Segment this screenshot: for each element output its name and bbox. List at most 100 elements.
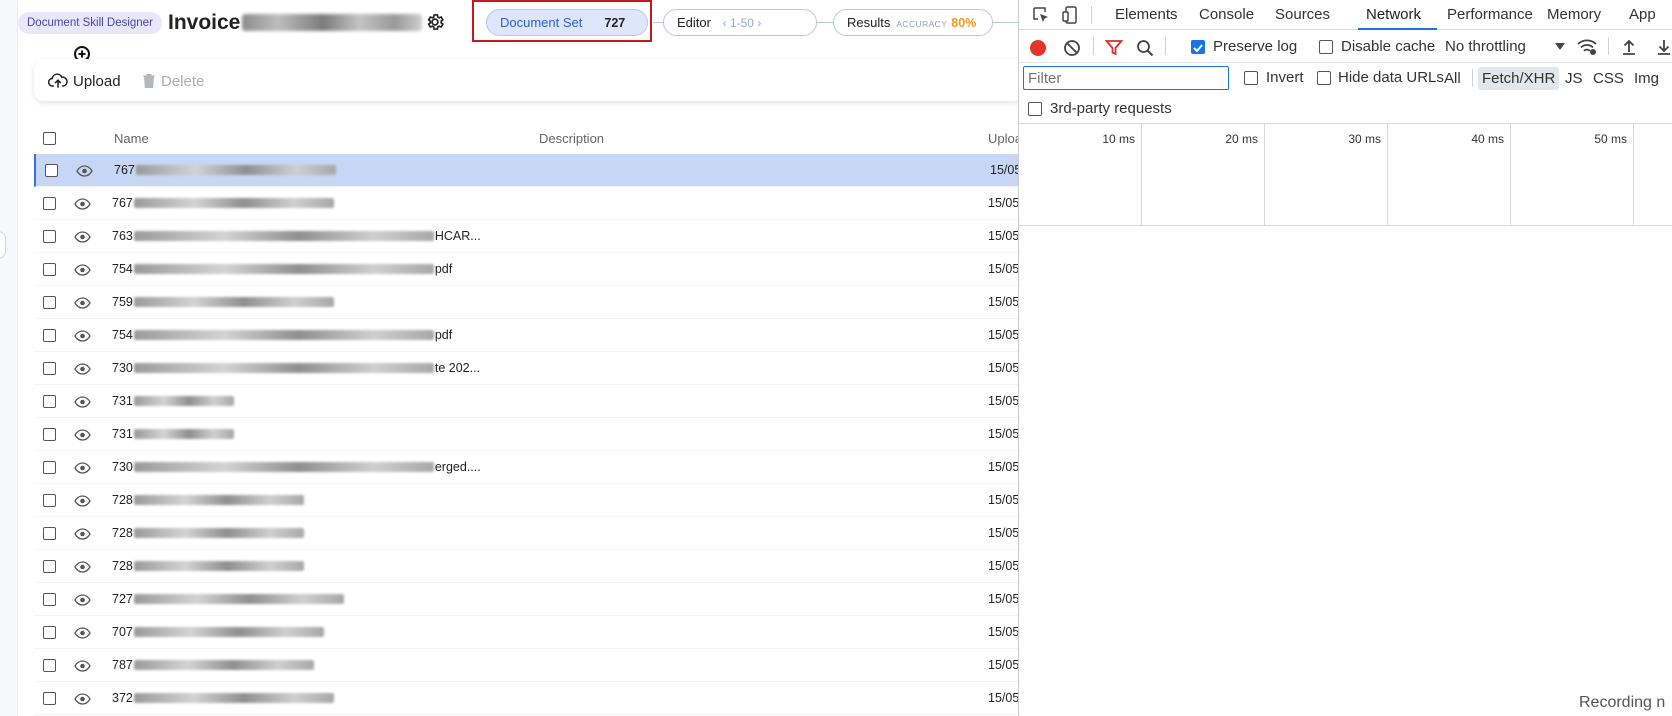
eye-icon[interactable] <box>76 165 93 177</box>
gear-icon[interactable] <box>425 12 445 32</box>
eye-icon[interactable] <box>74 660 91 672</box>
clear-icon[interactable] <box>1063 39 1081 57</box>
eye-icon[interactable] <box>74 198 91 210</box>
table-row[interactable]: 754 pdf 15/05 <box>34 253 1018 286</box>
file-name[interactable]: 754 pdf <box>112 262 452 276</box>
row-checkbox[interactable] <box>43 395 56 408</box>
table-row[interactable]: 767 15/05 <box>34 154 1018 187</box>
tab-app[interactable]: App <box>1629 6 1656 23</box>
table-row[interactable]: 730 te 202... 15/05 <box>34 352 1018 385</box>
row-checkbox[interactable] <box>43 692 56 705</box>
preserve-log-checkbox[interactable] <box>1191 40 1205 54</box>
tab-memory[interactable]: Memory <box>1547 6 1601 23</box>
table-row[interactable]: 731 15/05 <box>34 418 1018 451</box>
column-upload[interactable]: Uploa <box>988 131 1018 146</box>
row-checkbox[interactable] <box>43 428 56 441</box>
column-name[interactable]: Name <box>114 131 149 146</box>
file-name[interactable]: 754 pdf <box>112 328 452 342</box>
device-toolbar-icon[interactable] <box>1061 5 1081 25</box>
chevron-right-icon[interactable]: › <box>757 16 761 30</box>
tab-results[interactable]: Results ACCURACY 80% <box>833 9 993 36</box>
row-checkbox[interactable] <box>43 659 56 672</box>
table-row[interactable]: 759 15/05 <box>34 286 1018 319</box>
tab-performance[interactable]: Performance <box>1447 6 1533 23</box>
table-row[interactable]: 728 15/05 <box>34 517 1018 550</box>
table-row[interactable]: 707 15/05 <box>34 616 1018 649</box>
table-row[interactable]: 754 pdf 15/05 <box>34 319 1018 352</box>
file-name[interactable]: 372 <box>112 691 335 705</box>
row-checkbox[interactable] <box>43 593 56 606</box>
row-checkbox[interactable] <box>43 197 56 210</box>
import-har-icon[interactable] <box>1620 38 1638 56</box>
filter-input[interactable] <box>1023 66 1229 90</box>
file-name[interactable]: 759 <box>112 295 335 309</box>
tab-network[interactable]: Network <box>1366 6 1421 23</box>
search-icon[interactable] <box>1136 39 1154 57</box>
column-description[interactable]: Description <box>539 131 604 146</box>
throttling-select[interactable]: No throttling <box>1445 38 1526 55</box>
eye-icon[interactable] <box>74 594 91 606</box>
row-checkbox[interactable] <box>43 263 56 276</box>
delete-button[interactable]: Delete <box>142 70 204 92</box>
file-name[interactable]: 731 <box>112 427 235 441</box>
row-checkbox[interactable] <box>43 296 56 309</box>
chevron-left-icon[interactable]: ‹ <box>723 16 727 30</box>
row-checkbox[interactable] <box>45 164 58 177</box>
invert-checkbox[interactable] <box>1244 71 1258 85</box>
file-name[interactable]: 763 HCAR... <box>112 229 481 243</box>
table-row[interactable]: 372 15/05 <box>34 682 1018 715</box>
table-row[interactable]: 727 15/05 <box>34 583 1018 616</box>
file-name[interactable]: 727 <box>112 592 345 606</box>
eye-icon[interactable] <box>74 264 91 276</box>
type-filter-css[interactable]: CSS <box>1589 67 1628 90</box>
eye-icon[interactable] <box>74 363 91 375</box>
file-name[interactable]: 731 <box>112 394 235 408</box>
dropdown-arrow-icon[interactable] <box>1554 42 1566 52</box>
eye-icon[interactable] <box>74 693 91 705</box>
row-checkbox[interactable] <box>43 230 56 243</box>
type-filter-img[interactable]: Img <box>1630 67 1663 90</box>
row-checkbox[interactable] <box>43 527 56 540</box>
table-row[interactable]: 763 HCAR... 15/05 <box>34 220 1018 253</box>
row-checkbox[interactable] <box>43 461 56 474</box>
file-name[interactable]: 767 <box>112 196 335 210</box>
tab-elements[interactable]: Elements <box>1115 6 1178 23</box>
file-name[interactable]: 707 <box>112 625 325 639</box>
table-row[interactable]: 730 erged.... 15/05 <box>34 451 1018 484</box>
row-checkbox[interactable] <box>43 329 56 342</box>
row-checkbox[interactable] <box>43 362 56 375</box>
hide-data-urls-checkbox[interactable] <box>1317 71 1331 85</box>
row-checkbox[interactable] <box>43 626 56 639</box>
type-filter-fetch-xhr[interactable]: Fetch/XHR <box>1478 67 1560 90</box>
table-row[interactable]: 728 15/05 <box>34 550 1018 583</box>
third-party-checkbox[interactable] <box>1028 102 1042 116</box>
inspect-element-icon[interactable] <box>1031 5 1051 25</box>
row-checkbox[interactable] <box>43 560 56 573</box>
file-name[interactable]: 730 te 202... <box>112 361 480 375</box>
eye-icon[interactable] <box>74 297 91 309</box>
type-filter-all[interactable]: All <box>1440 67 1465 90</box>
disable-cache-checkbox[interactable] <box>1319 40 1333 54</box>
collapse-handle[interactable] <box>0 231 6 259</box>
eye-icon[interactable] <box>74 528 91 540</box>
select-all-checkbox[interactable] <box>43 132 56 145</box>
table-row[interactable]: 731 15/05 <box>34 385 1018 418</box>
eye-icon[interactable] <box>74 627 91 639</box>
file-name[interactable]: 728 <box>112 559 305 573</box>
eye-icon[interactable] <box>74 462 91 474</box>
tab-editor[interactable]: Editor ‹ 1-50 › <box>663 9 817 36</box>
file-name[interactable]: 728 <box>112 526 305 540</box>
file-name[interactable]: 787 <box>112 658 315 672</box>
tab-console[interactable]: Console <box>1199 6 1254 23</box>
file-name[interactable]: 767 <box>114 163 337 177</box>
record-icon[interactable] <box>1029 39 1047 57</box>
eye-icon[interactable] <box>74 396 91 408</box>
eye-icon[interactable] <box>74 561 91 573</box>
eye-icon[interactable] <box>74 429 91 441</box>
file-name[interactable]: 728 <box>112 493 305 507</box>
eye-icon[interactable] <box>74 495 91 507</box>
export-har-icon[interactable] <box>1655 38 1672 56</box>
table-row[interactable]: 728 15/05 <box>34 484 1018 517</box>
file-name[interactable]: 730 erged.... <box>112 460 481 474</box>
table-row[interactable]: 787 15/05 <box>34 649 1018 682</box>
